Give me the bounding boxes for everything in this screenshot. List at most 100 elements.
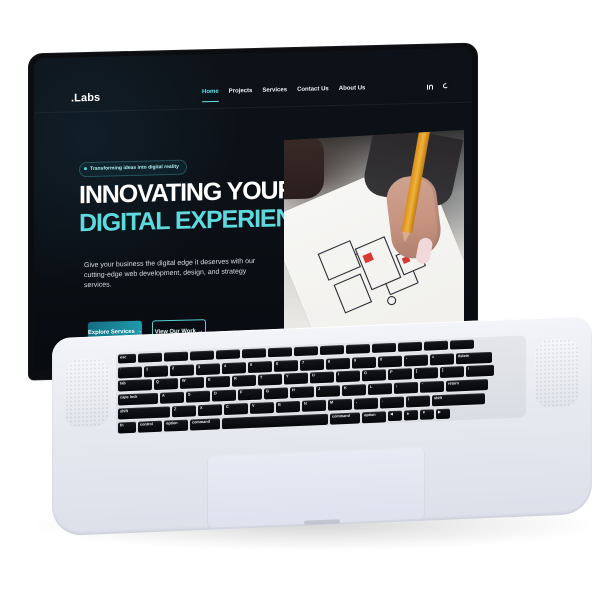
keyboard-key-row-2-4[interactable]: 3: [196, 363, 220, 376]
keyboard-key-row-6-3[interactable]: option: [164, 419, 188, 432]
keyboard-key-row-4-11[interactable]: ;: [394, 381, 418, 394]
keyboard-key-label-row-5-5: V: [252, 403, 255, 408]
keyboard-key-row-3-10[interactable]: O: [362, 369, 386, 382]
keyboard-key-row-5-2[interactable]: Z: [172, 405, 196, 418]
linkedin-icon[interactable]: [426, 83, 434, 91]
moon-icon[interactable]: [442, 82, 450, 90]
keyboard-key-row-2-14[interactable]: delete: [456, 351, 492, 365]
keyboard-key-row-5-1[interactable]: shift: [118, 406, 170, 420]
keyboard-key-row-1-10[interactable]: [346, 343, 370, 354]
keyboard-key-row-2-1[interactable]: `: [118, 366, 142, 379]
keyboard-key-row-6-1[interactable]: fn: [118, 421, 136, 434]
keyboard-key-row-4-1[interactable]: caps lock: [118, 392, 158, 406]
keyboard-key-row-3-8[interactable]: U: [310, 371, 334, 384]
keyboard-key-row-2-3[interactable]: 2: [170, 364, 194, 377]
site-logo[interactable]: .Labs: [71, 92, 100, 105]
keyboard-key-row-4-9[interactable]: K: [342, 384, 366, 397]
keyboard-key-row-5-9[interactable]: ,: [354, 397, 378, 410]
keyboard-key-row-2-6[interactable]: 5: [248, 361, 272, 374]
keyboard-key-row-4-13[interactable]: return: [446, 379, 488, 392]
keyboard-key-row-6-2[interactable]: control: [138, 420, 162, 433]
keyboard-key-label-row-2-11: 0: [380, 357, 383, 362]
keyboard-key-row-1-3[interactable]: [164, 351, 188, 362]
keyboard-key-row-1-8[interactable]: [294, 346, 318, 357]
keyboard-key-row-4-12[interactable]: ': [420, 380, 444, 393]
keyboard-key-row-2-10[interactable]: 9: [352, 356, 376, 369]
keyboard-key-row-5-7[interactable]: N: [302, 399, 326, 412]
keyboard-key-row-6-10[interactable]: ▼: [420, 409, 434, 420]
keyboard-key-row-3-2[interactable]: Q: [154, 378, 178, 391]
keyboard-key-row-4-5[interactable]: F: [238, 388, 262, 401]
keyboard-key-label-row-4-2: A: [162, 393, 165, 398]
keyboard-key-row-3-4[interactable]: E: [206, 375, 230, 388]
trackpad[interactable]: [207, 446, 425, 529]
keyboard-key-label-row-2-10: 9: [354, 358, 357, 363]
keyboard-key-row-1-12[interactable]: [398, 341, 422, 352]
keyboard-key-row-5-12[interactable]: shift: [432, 393, 485, 407]
keyboard-key-row-6-5[interactable]: [222, 413, 328, 430]
keyboard-key-row-3-5[interactable]: R: [232, 374, 256, 387]
keyboard-key-row-4-4[interactable]: D: [212, 389, 236, 402]
keyboard-key-row-4-10[interactable]: L: [368, 383, 392, 396]
keyboard-key-row-1-5[interactable]: [216, 349, 240, 360]
nav-projects[interactable]: Projects: [229, 88, 253, 99]
keyboard-key-row-5-10[interactable]: .: [380, 396, 404, 409]
keyboard-key-row-2-13[interactable]: =: [430, 353, 454, 366]
keyboard-key-row-4-7[interactable]: H: [290, 386, 314, 399]
keyboard-key-label-row-6-11: ▶: [438, 410, 441, 415]
nav-home[interactable]: Home: [202, 89, 219, 99]
nav-contact-us[interactable]: Contact Us: [297, 86, 329, 97]
keyboard-key-label-row-3-7: Y: [286, 374, 289, 379]
keyboard-key-row-3-14[interactable]: \: [466, 364, 494, 377]
keyboard-key-row-6-7[interactable]: option: [362, 411, 386, 424]
nav-about-us[interactable]: About Us: [339, 85, 366, 96]
keyboard-key-label-row-2-13: =: [432, 355, 435, 360]
top-navigation: .Labs Home Projects Services Contact Us …: [34, 47, 472, 114]
keyboard-key-row-1-14[interactable]: [450, 339, 474, 350]
keyboard-key-row-2-7[interactable]: 6: [274, 360, 298, 373]
keyboard-key-row-3-1[interactable]: tab: [118, 379, 152, 392]
keyboard-key-row-3-6[interactable]: T: [258, 373, 282, 386]
keyboard-key-row-5-8[interactable]: M: [328, 398, 352, 411]
keyboard-key-row-6-4[interactable]: command: [190, 418, 220, 431]
keyboard-key-row-1-9[interactable]: [320, 345, 344, 356]
sketch-connector-1: [355, 254, 357, 255]
keyboard-key-row-2-5[interactable]: 4: [222, 362, 246, 375]
keyboard-key-row-3-7[interactable]: Y: [284, 372, 308, 385]
keyboard-key-row-5-3[interactable]: X: [198, 404, 222, 417]
keyboard-key-row-2-9[interactable]: 8: [326, 357, 350, 370]
keyboard-key-row-5-5[interactable]: V: [250, 402, 274, 415]
keyboard-key-row-1-7[interactable]: [268, 347, 292, 358]
keyboard-key-row-1-2[interactable]: [138, 352, 162, 363]
nav-services[interactable]: Services: [262, 87, 287, 98]
keyboard-key-label-row-1-1: esc: [120, 355, 127, 360]
keyboard-key-row-3-13[interactable]: ]: [440, 366, 464, 379]
keyboard-key-label-row-5-3: X: [200, 406, 203, 411]
keyboard-key-row-3-9[interactable]: I: [336, 370, 360, 383]
keyboard-key-row-5-6[interactable]: B: [276, 400, 300, 413]
keyboard-key-row-5-11[interactable]: /: [406, 395, 430, 408]
keyboard-key-row-6-9[interactable]: ▲: [404, 409, 418, 421]
keyboard-key-row-3-11[interactable]: P: [388, 368, 412, 381]
keyboard-key-row-1-4[interactable]: [190, 350, 214, 361]
keyboard-key-label-row-4-5: F: [240, 390, 243, 395]
keyboard-key-row-2-12[interactable]: -: [404, 354, 428, 367]
keyboard-key-row-6-8[interactable]: ◀: [388, 410, 402, 422]
keyboard-key-label-row-5-8: M: [330, 400, 334, 405]
keyboard-key-row-1-1[interactable]: esc: [118, 353, 136, 364]
keyboard-key-row-1-13[interactable]: [424, 340, 448, 351]
keyboard-key-row-6-6[interactable]: command: [330, 412, 360, 425]
keyboard-key-row-4-6[interactable]: G: [264, 387, 288, 400]
keyboard-key-row-2-8[interactable]: 7: [300, 358, 324, 371]
keyboard-key-row-3-3[interactable]: W: [180, 376, 204, 389]
keyboard-key-row-3-12[interactable]: [: [414, 367, 438, 380]
keyboard-key-row-4-2[interactable]: A: [160, 391, 184, 404]
keyboard-key-row-5-4[interactable]: C: [224, 403, 248, 416]
keyboard-key-row-4-8[interactable]: J: [316, 385, 340, 398]
keyboard-key-row-1-6[interactable]: [242, 348, 266, 359]
keyboard-key-row-2-11[interactable]: 0: [378, 355, 402, 368]
keyboard-key-row-6-11[interactable]: ▶: [436, 408, 450, 420]
keyboard-key-row-1-11[interactable]: [372, 342, 396, 353]
keyboard-key-row-2-2[interactable]: 1: [144, 365, 168, 378]
keyboard-key-row-4-3[interactable]: S: [186, 390, 210, 403]
